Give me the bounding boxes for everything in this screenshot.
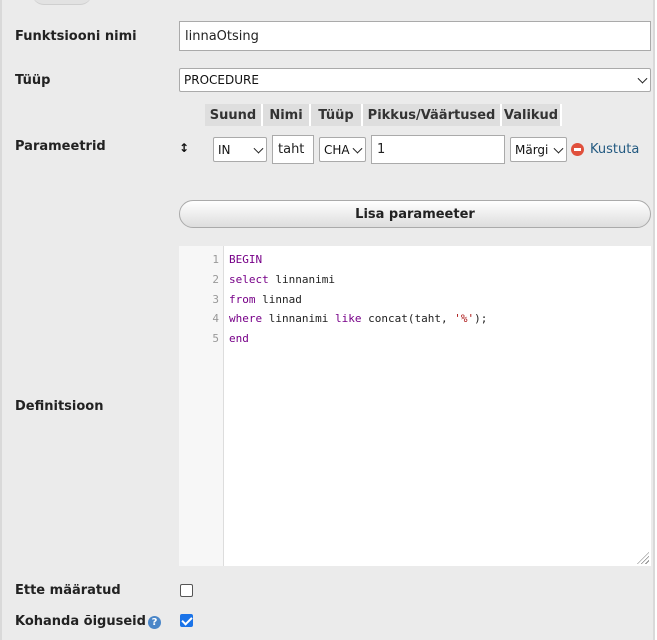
- privileges-label: Kohanda õiguseid: [15, 614, 146, 629]
- code-line: from linnad: [229, 293, 302, 306]
- line-number: 2: [212, 273, 219, 286]
- definition-label: Definitsioon: [15, 399, 104, 414]
- code-keyword: where: [229, 312, 263, 325]
- param-direction-value: IN: [218, 142, 231, 157]
- code-line: where linnanimi like concat(taht, '%');: [229, 312, 487, 325]
- routine-type-label: Tüüp: [15, 73, 51, 88]
- drag-handle-icon[interactable]: ↕: [179, 141, 189, 155]
- code-line: BEGIN: [229, 253, 262, 266]
- chevron-down-icon: [352, 143, 363, 154]
- code-string: '%': [454, 312, 475, 325]
- line-number: 4: [212, 312, 219, 325]
- parameters-label: Parameetrid: [15, 139, 106, 154]
- deterministic-label: Ette määratud: [15, 583, 121, 598]
- param-header-options: Valikud: [502, 104, 562, 126]
- param-length-input[interactable]: 1: [371, 135, 505, 164]
- code-line: select linnanimi: [229, 273, 335, 286]
- param-options-value: Märgi: [515, 142, 549, 157]
- remove-parameter-link[interactable]: Kustuta: [590, 142, 639, 157]
- param-type-value: CHA: [324, 142, 350, 157]
- line-number: 5: [212, 332, 219, 345]
- remove-circle-icon[interactable]: [571, 143, 584, 156]
- param-type-select[interactable]: CHA: [319, 137, 366, 162]
- chevron-down-icon: [637, 73, 648, 84]
- chevron-down-icon: [553, 143, 564, 154]
- code-text: linnanimi: [268, 273, 335, 286]
- routine-type-select[interactable]: PROCEDURE: [179, 68, 651, 92]
- code-editor[interactable]: 1 2 3 4 5 BEGIN select linnanimi from li…: [179, 246, 651, 566]
- param-header-name: Nimi: [263, 104, 311, 126]
- line-number: 3: [212, 293, 219, 306]
- code-keyword: from: [229, 293, 256, 306]
- routine-name-input[interactable]: linnaOtsing: [179, 21, 651, 51]
- routine-editor-panel: Funktsiooni nimi linnaOtsing Tüüp PROCED…: [0, 0, 655, 640]
- routine-type-value: PROCEDURE: [184, 73, 259, 87]
- param-options-select[interactable]: Märgi: [510, 137, 567, 162]
- routine-name-label: Funktsiooni nimi: [15, 29, 137, 44]
- code-keyword: like: [334, 312, 362, 325]
- code-gutter: 1 2 3 4 5: [179, 246, 224, 566]
- code-text: linnanimi: [262, 312, 335, 325]
- param-header-type: Tüüp: [311, 104, 363, 126]
- line-number: 1: [212, 253, 219, 266]
- privileges-checkbox[interactable]: [180, 614, 193, 627]
- chevron-down-icon: [253, 143, 264, 154]
- deterministic-checkbox[interactable]: [180, 584, 193, 597]
- resize-grip-icon[interactable]: [637, 552, 649, 564]
- code-text: );: [474, 312, 488, 325]
- panel-tab-decoration: [32, 0, 92, 5]
- code-line: end: [229, 332, 249, 345]
- param-header-length: Pikkus/Väärtused: [363, 104, 502, 126]
- help-icon[interactable]: ?: [148, 616, 161, 629]
- code-text: linnad: [255, 293, 302, 306]
- param-direction-select[interactable]: IN: [213, 137, 267, 162]
- code-keyword: select: [229, 273, 269, 286]
- code-keyword: BEGIN: [229, 253, 263, 266]
- param-name-input[interactable]: taht: [272, 135, 314, 164]
- code-text: concat(taht,: [361, 312, 455, 325]
- param-header-direction: Suund: [205, 104, 263, 126]
- code-keyword: end: [229, 332, 249, 345]
- add-parameter-button[interactable]: Lisa parameeter: [179, 200, 651, 228]
